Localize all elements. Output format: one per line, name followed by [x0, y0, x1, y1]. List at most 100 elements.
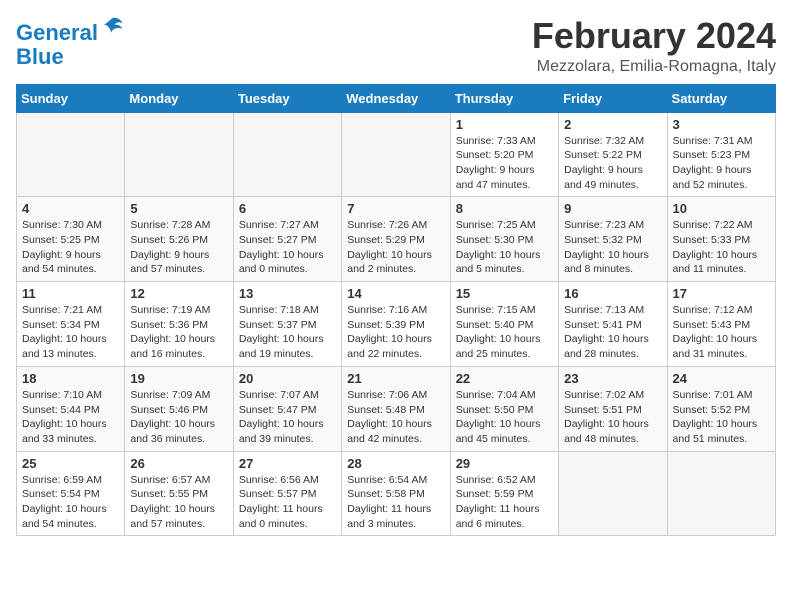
calendar-week-row: 18 Sunrise: 7:10 AM Sunset: 5:44 PM Dayli…: [17, 366, 776, 451]
calendar-cell: 14 Sunrise: 7:16 AM Sunset: 5:39 PM Dayli…: [342, 282, 450, 367]
day-number: 14: [347, 286, 444, 301]
calendar-week-row: 4 Sunrise: 7:30 AM Sunset: 5:25 PM Daylig…: [17, 197, 776, 282]
day-info: Sunrise: 7:15 AM Sunset: 5:40 PM Dayligh…: [456, 303, 553, 362]
calendar-cell: 21 Sunrise: 7:06 AM Sunset: 5:48 PM Dayli…: [342, 366, 450, 451]
calendar-cell: 1 Sunrise: 7:33 AM Sunset: 5:20 PM Daylig…: [450, 112, 558, 197]
calendar-cell: 12 Sunrise: 7:19 AM Sunset: 5:36 PM Dayli…: [125, 282, 233, 367]
day-number: 24: [673, 371, 770, 386]
calendar-cell: [559, 451, 667, 536]
calendar-cell: 7 Sunrise: 7:26 AM Sunset: 5:29 PM Daylig…: [342, 197, 450, 282]
calendar-cell: 2 Sunrise: 7:32 AM Sunset: 5:22 PM Daylig…: [559, 112, 667, 197]
day-info: Sunrise: 6:52 AM Sunset: 5:59 PM Dayligh…: [456, 473, 553, 532]
day-number: 16: [564, 286, 661, 301]
calendar-day-header: Wednesday: [342, 84, 450, 112]
logo-text: General: [16, 16, 124, 45]
calendar-cell: 22Sunrise: 7:04 AM Sunset: 5:50 PM Dayli…: [450, 366, 558, 451]
day-number: 23: [564, 371, 661, 386]
calendar-cell: [17, 112, 125, 197]
day-info: Sunrise: 6:54 AM Sunset: 5:58 PM Dayligh…: [347, 473, 444, 532]
day-info: Sunrise: 7:12 AM Sunset: 5:43 PM Dayligh…: [673, 303, 770, 362]
day-info: Sunrise: 7:31 AM Sunset: 5:23 PM Dayligh…: [673, 134, 770, 193]
calendar-cell: 13 Sunrise: 7:18 AM Sunset: 5:37 PM Dayli…: [233, 282, 341, 367]
day-info: Sunrise: 7:28 AM Sunset: 5:26 PM Dayligh…: [130, 218, 227, 277]
calendar-cell: 20Sunrise: 7:07 AM Sunset: 5:47 PM Dayli…: [233, 366, 341, 451]
day-number: 19: [130, 371, 227, 386]
calendar-cell: [667, 451, 775, 536]
logo-blue: Blue: [16, 45, 124, 69]
day-info: Sunrise: 7:10 AM Sunset: 5:44 PM Dayligh…: [22, 388, 119, 447]
calendar-day-header: Monday: [125, 84, 233, 112]
day-info: Sunrise: 6:56 AM Sunset: 5:57 PM Dayligh…: [239, 473, 336, 532]
calendar-table: SundayMondayTuesdayWednesdayThursdayFrid…: [16, 84, 776, 537]
day-number: 28: [347, 456, 444, 471]
calendar-cell: 17Sunrise: 7:12 AM Sunset: 5:43 PM Dayli…: [667, 282, 775, 367]
calendar-cell: [342, 112, 450, 197]
day-info: Sunrise: 7:22 AM Sunset: 5:33 PM Dayligh…: [673, 218, 770, 277]
day-info: Sunrise: 6:59 AM Sunset: 5:54 PM Dayligh…: [22, 473, 119, 532]
logo: General Blue: [16, 16, 124, 69]
day-number: 15: [456, 286, 553, 301]
day-number: 1: [456, 117, 553, 132]
calendar-cell: 26Sunrise: 6:57 AM Sunset: 5:55 PM Dayli…: [125, 451, 233, 536]
day-number: 10: [673, 201, 770, 216]
day-info: Sunrise: 7:13 AM Sunset: 5:41 PM Dayligh…: [564, 303, 661, 362]
day-number: 22: [456, 371, 553, 386]
calendar-week-row: 1 Sunrise: 7:33 AM Sunset: 5:20 PM Daylig…: [17, 112, 776, 197]
day-number: 3: [673, 117, 770, 132]
day-number: 21: [347, 371, 444, 386]
calendar-cell: 10 Sunrise: 7:22 AM Sunset: 5:33 PM Dayli…: [667, 197, 775, 282]
calendar-week-row: 11Sunrise: 7:21 AM Sunset: 5:34 PM Dayli…: [17, 282, 776, 367]
day-info: Sunrise: 7:26 AM Sunset: 5:29 PM Dayligh…: [347, 218, 444, 277]
calendar-cell: 23 Sunrise: 7:02 AM Sunset: 5:51 PM Dayli…: [559, 366, 667, 451]
day-number: 6: [239, 201, 336, 216]
calendar-cell: 16 Sunrise: 7:13 AM Sunset: 5:41 PM Dayli…: [559, 282, 667, 367]
logo-bird-icon: [100, 16, 124, 40]
day-info: Sunrise: 7:19 AM Sunset: 5:36 PM Dayligh…: [130, 303, 227, 362]
day-info: Sunrise: 7:09 AM Sunset: 5:46 PM Dayligh…: [130, 388, 227, 447]
day-number: 7: [347, 201, 444, 216]
calendar-cell: 28 Sunrise: 6:54 AM Sunset: 5:58 PM Dayli…: [342, 451, 450, 536]
calendar-day-header: Thursday: [450, 84, 558, 112]
day-number: 27: [239, 456, 336, 471]
calendar-cell: 6Sunrise: 7:27 AM Sunset: 5:27 PM Daylig…: [233, 197, 341, 282]
calendar-day-header: Saturday: [667, 84, 775, 112]
calendar-cell: 8Sunrise: 7:25 AM Sunset: 5:30 PM Daylig…: [450, 197, 558, 282]
day-info: Sunrise: 7:07 AM Sunset: 5:47 PM Dayligh…: [239, 388, 336, 447]
day-number: 5: [130, 201, 227, 216]
calendar-cell: 4 Sunrise: 7:30 AM Sunset: 5:25 PM Daylig…: [17, 197, 125, 282]
main-title: February 2024: [532, 16, 776, 56]
day-number: 12: [130, 286, 227, 301]
calendar-header-row: SundayMondayTuesdayWednesdayThursdayFrid…: [17, 84, 776, 112]
day-info: Sunrise: 7:16 AM Sunset: 5:39 PM Dayligh…: [347, 303, 444, 362]
page-header: General Blue February 2024 Mezzolara, Em…: [16, 16, 776, 76]
day-info: Sunrise: 7:02 AM Sunset: 5:51 PM Dayligh…: [564, 388, 661, 447]
day-info: Sunrise: 7:30 AM Sunset: 5:25 PM Dayligh…: [22, 218, 119, 277]
day-number: 26: [130, 456, 227, 471]
calendar-week-row: 25 Sunrise: 6:59 AM Sunset: 5:54 PM Dayli…: [17, 451, 776, 536]
calendar-cell: 11Sunrise: 7:21 AM Sunset: 5:34 PM Dayli…: [17, 282, 125, 367]
day-info: Sunrise: 7:32 AM Sunset: 5:22 PM Dayligh…: [564, 134, 661, 193]
day-number: 13: [239, 286, 336, 301]
day-number: 9: [564, 201, 661, 216]
day-number: 2: [564, 117, 661, 132]
calendar-cell: 25 Sunrise: 6:59 AM Sunset: 5:54 PM Dayli…: [17, 451, 125, 536]
calendar-cell: 29 Sunrise: 6:52 AM Sunset: 5:59 PM Dayli…: [450, 451, 558, 536]
calendar-day-header: Tuesday: [233, 84, 341, 112]
day-number: 29: [456, 456, 553, 471]
subtitle: Mezzolara, Emilia-Romagna, Italy: [532, 58, 776, 76]
day-info: Sunrise: 7:25 AM Sunset: 5:30 PM Dayligh…: [456, 218, 553, 277]
calendar-cell: 24Sunrise: 7:01 AM Sunset: 5:52 PM Dayli…: [667, 366, 775, 451]
calendar-cell: 27 Sunrise: 6:56 AM Sunset: 5:57 PM Dayli…: [233, 451, 341, 536]
day-number: 25: [22, 456, 119, 471]
calendar-cell: [233, 112, 341, 197]
day-info: Sunrise: 7:18 AM Sunset: 5:37 PM Dayligh…: [239, 303, 336, 362]
day-number: 11: [22, 286, 119, 301]
calendar-cell: 15 Sunrise: 7:15 AM Sunset: 5:40 PM Dayli…: [450, 282, 558, 367]
day-info: Sunrise: 7:33 AM Sunset: 5:20 PM Dayligh…: [456, 134, 553, 193]
calendar-cell: 5 Sunrise: 7:28 AM Sunset: 5:26 PM Daylig…: [125, 197, 233, 282]
day-info: Sunrise: 7:06 AM Sunset: 5:48 PM Dayligh…: [347, 388, 444, 447]
day-number: 18: [22, 371, 119, 386]
day-number: 4: [22, 201, 119, 216]
title-block: February 2024 Mezzolara, Emilia-Romagna,…: [532, 16, 776, 76]
calendar-cell: [125, 112, 233, 197]
